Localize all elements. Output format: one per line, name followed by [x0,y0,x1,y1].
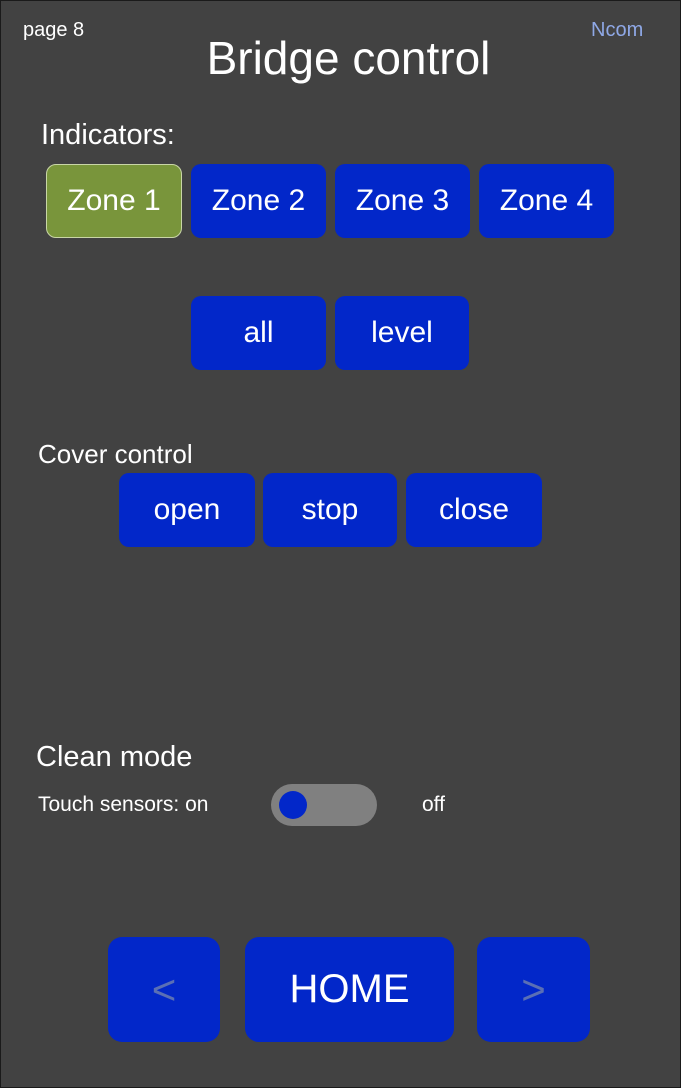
next-page-button[interactable]: > [477,937,590,1042]
page-title: Bridge control [206,32,491,84]
home-button[interactable]: HOME [245,937,454,1042]
cover-control-heading: Cover control [38,439,193,469]
prev-page-button[interactable]: < [108,937,220,1042]
cover-close-button[interactable]: close [406,473,542,547]
prev-arrow-icon: < [151,965,177,1013]
toggle-knob [279,791,307,819]
cover-stop-button[interactable]: stop [263,473,397,547]
level-button[interactable]: level [335,296,469,370]
cover-open-button[interactable]: open [119,473,255,547]
zone-4-button[interactable]: Zone 4 [479,164,614,238]
clean-mode-heading: Clean mode [36,741,193,773]
zone-1-button[interactable]: Zone 1 [46,164,182,238]
indicators-heading: Indicators: [41,119,175,151]
touch-sensors-off-label: off [422,793,445,816]
zone-2-button[interactable]: Zone 2 [191,164,326,238]
bridge-control-screen: page 8 Ncom Bridge control Indicators: Z… [0,0,681,1088]
touch-sensors-on-label: Touch sensors: on [38,793,209,816]
all-button[interactable]: all [191,296,326,370]
touch-sensors-toggle[interactable] [271,784,377,826]
next-arrow-icon: > [521,965,546,1013]
zone-3-button[interactable]: Zone 3 [335,164,470,238]
